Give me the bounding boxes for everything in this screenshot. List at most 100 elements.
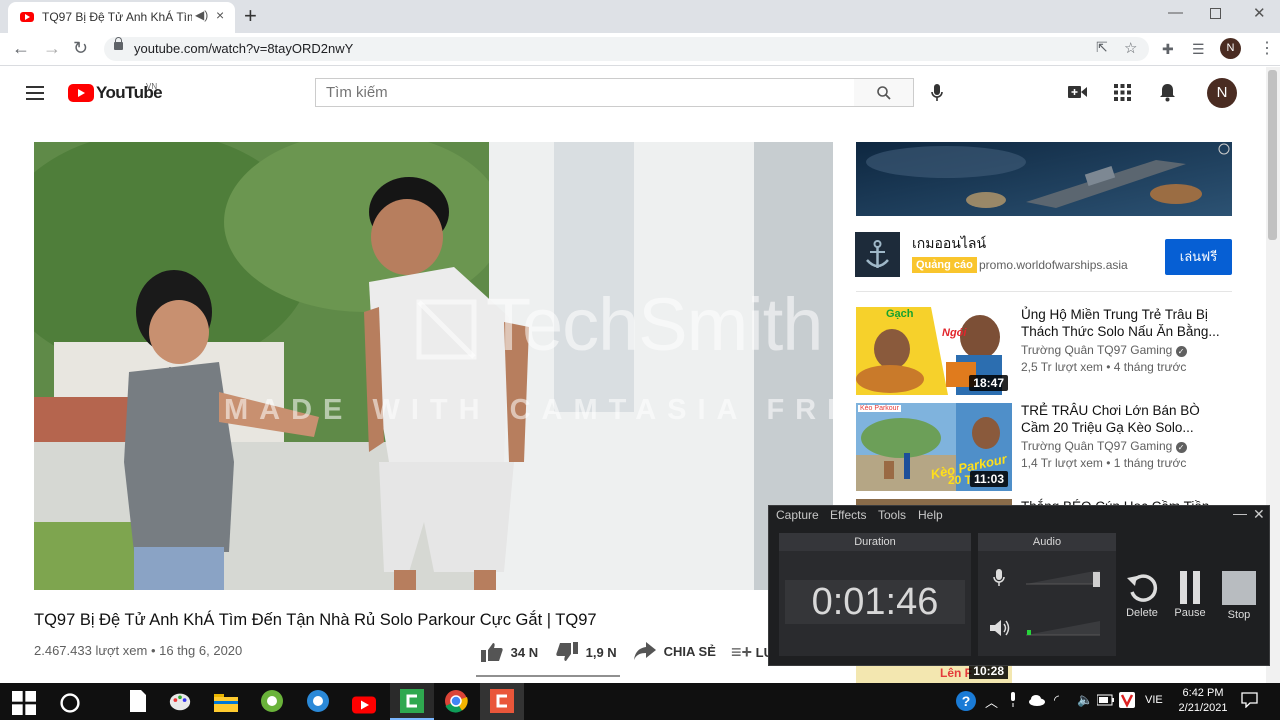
thumbs-up-icon <box>481 643 503 662</box>
browser-menu-icon[interactable]: ⋮ <box>1259 38 1275 58</box>
close-window-icon[interactable]: ✕ <box>1253 4 1266 22</box>
volume-icon[interactable]: 🔈 <box>1077 692 1093 708</box>
recorder-minimize-icon[interactable]: — <box>1233 505 1247 521</box>
channel-name[interactable]: Trường Quân TQ97 Gaming <box>1021 439 1172 453</box>
notepad-icon[interactable] <box>126 689 150 713</box>
minimize-window-icon[interactable]: — <box>1168 4 1183 21</box>
ad-badge: Quảng cáo <box>912 257 977 273</box>
thumbs-down-icon <box>556 642 578 661</box>
mic-volume-slider[interactable] <box>1026 566 1102 588</box>
like-button[interactable]: 34 N <box>481 642 538 662</box>
reload-icon[interactable]: ↻ <box>73 38 88 59</box>
delete-button[interactable]: Delete <box>1124 570 1160 619</box>
battery-icon[interactable] <box>1097 694 1115 706</box>
related-channel[interactable]: Trường Quân TQ97 Gaming ✓ <box>1021 439 1187 453</box>
chrome-browser-icon[interactable] <box>444 689 468 713</box>
recording-timer: 0:01:46 <box>785 580 965 624</box>
pause-icon <box>1180 571 1200 604</box>
apps-grid-icon[interactable] <box>1114 84 1131 101</box>
ad-cta-button[interactable]: เล่นฟรี <box>1165 239 1232 275</box>
restore-window-icon[interactable] <box>1210 8 1221 19</box>
related-title[interactable]: TRẺ TRÂU Chơi Lớn Bán BÒ Cầm 20 Triệu Gạ… <box>1021 402 1231 436</box>
forward-arrow-icon[interactable]: → <box>43 38 61 59</box>
verified-check-icon: ✓ <box>1175 442 1187 453</box>
action-center-icon[interactable] <box>1241 692 1258 708</box>
sidebar-divider <box>856 291 1232 292</box>
vivaldi-tray-icon[interactable] <box>1119 692 1135 708</box>
channel-name[interactable]: Trường Quân TQ97 Gaming <box>1021 343 1172 357</box>
speaker-icon[interactable] <box>989 619 1011 637</box>
browser-profile-avatar[interactable]: N <box>1220 38 1241 59</box>
microphone-icon[interactable] <box>992 568 1006 588</box>
related-title[interactable]: Thắng BÉO Cún Học Cầm Tiền <box>1021 498 1231 505</box>
country-code: VN <box>146 82 158 91</box>
related-title[interactable]: Ủng Hộ Miền Trung Trẻ Trâu Bị Thách Thức… <box>1021 306 1231 340</box>
media-queue-icon[interactable]: ☰ <box>1192 41 1205 58</box>
search-input[interactable] <box>316 79 836 106</box>
dislike-button[interactable]: 1,9 N <box>556 642 617 662</box>
help-icon[interactable]: ? <box>955 690 977 712</box>
search-box[interactable] <box>315 78 855 107</box>
menu-effects[interactable]: Effects <box>830 508 866 522</box>
wifi-icon[interactable]: ◜ <box>1054 692 1059 708</box>
search-button[interactable] <box>854 78 914 107</box>
paint-app-icon[interactable] <box>168 689 192 713</box>
windows-start-icon[interactable] <box>12 691 36 715</box>
open-in-app-icon[interactable]: ⇱ <box>1096 39 1108 56</box>
create-video-icon[interactable] <box>1068 85 1087 99</box>
related-thumbnail[interactable]: Gạch Ngói 18:47 <box>856 307 1012 395</box>
tray-mic-icon[interactable] <box>1008 692 1018 708</box>
browser-tab[interactable]: TQ97 Bị Đệ Tử Anh KhÁ Tìm ◀) × <box>8 2 235 33</box>
youtube-taskbar-icon[interactable] <box>352 693 376 717</box>
url-text[interactable]: youtube.com/watch?v=8tayORD2nwY <box>134 41 353 56</box>
share-button[interactable]: CHIA SẺ <box>634 642 716 660</box>
related-thumbnail[interactable]: Kèo Parkour Kèo Parkour 20 T 11:03 <box>856 403 1012 491</box>
notifications-bell-icon[interactable] <box>1159 83 1176 102</box>
share-arrow-icon <box>634 642 656 660</box>
camtasia-recorder-icon[interactable] <box>490 689 514 713</box>
dislike-count: 1,9 N <box>585 644 617 660</box>
menu-help[interactable]: Help <box>918 508 943 522</box>
extensions-puzzle-icon[interactable]: ✚ <box>1162 41 1174 58</box>
new-tab-button[interactable]: + <box>244 3 257 29</box>
hamburger-menu-icon[interactable] <box>26 86 44 100</box>
taskbar-clock[interactable]: 6:42 PM 2/21/2021 <box>1172 686 1234 716</box>
related-thumbnail[interactable]: Lên F 10:28 <box>856 666 1012 683</box>
onedrive-cloud-icon[interactable] <box>1028 694 1046 706</box>
share-label: CHIA SẺ <box>663 643 716 659</box>
voice-search-mic-icon[interactable] <box>930 83 944 103</box>
file-explorer-icon[interactable] <box>214 690 238 714</box>
user-avatar[interactable]: N <box>1207 78 1237 108</box>
ad-advertiser-logo[interactable] <box>855 232 900 277</box>
cortana-search-icon[interactable] <box>58 691 82 715</box>
blue-app-icon[interactable] <box>306 689 330 713</box>
address-bar[interactable]: youtube.com/watch?v=8tayORD2nwY ⇱ ☆ <box>104 37 1149 61</box>
green-app-icon[interactable] <box>260 689 284 713</box>
pause-button[interactable]: Pause <box>1172 570 1208 619</box>
recorder-close-icon[interactable]: ✕ <box>1253 506 1265 523</box>
video-duration: 11:03 <box>969 471 1008 487</box>
input-language[interactable]: VIE <box>1145 694 1163 706</box>
tab-audio-icon[interactable]: ◀) <box>195 8 208 22</box>
ad-domain: promo.worldofwarships.asia <box>979 258 1128 272</box>
add-to-playlist-icon: ≡+ <box>731 642 753 662</box>
scrollbar-thumb[interactable] <box>1268 70 1277 240</box>
warship-ad-art <box>856 142 1232 216</box>
stop-button[interactable]: Stop <box>1220 570 1258 621</box>
back-arrow-icon[interactable]: ← <box>12 38 30 59</box>
video-duration: 18:47 <box>969 375 1008 391</box>
menu-tools[interactable]: Tools <box>878 508 906 522</box>
menu-capture[interactable]: Capture <box>776 508 819 522</box>
bookmark-star-icon[interactable]: ☆ <box>1124 39 1137 57</box>
tray-overflow-chevron-icon[interactable]: ︿ <box>985 692 998 711</box>
video-player[interactable]: TechSmith MADE WITH CAMTASIA FREE TRIAL <box>34 142 833 590</box>
ad-title[interactable]: เกมออนไลน์ <box>912 233 986 255</box>
related-channel[interactable]: Trường Quân TQ97 Gaming ✓ <box>1021 343 1187 357</box>
upload-date: 16 thg 6, 2020 <box>159 643 243 658</box>
thumbnail-caption: Lên F <box>940 666 972 680</box>
youtube-logo-icon[interactable] <box>68 84 94 102</box>
camtasia-editor-icon[interactable] <box>400 689 424 713</box>
anchor-icon <box>866 240 889 268</box>
tab-close-icon[interactable]: × <box>216 7 224 23</box>
ad-banner-image[interactable] <box>856 142 1232 216</box>
